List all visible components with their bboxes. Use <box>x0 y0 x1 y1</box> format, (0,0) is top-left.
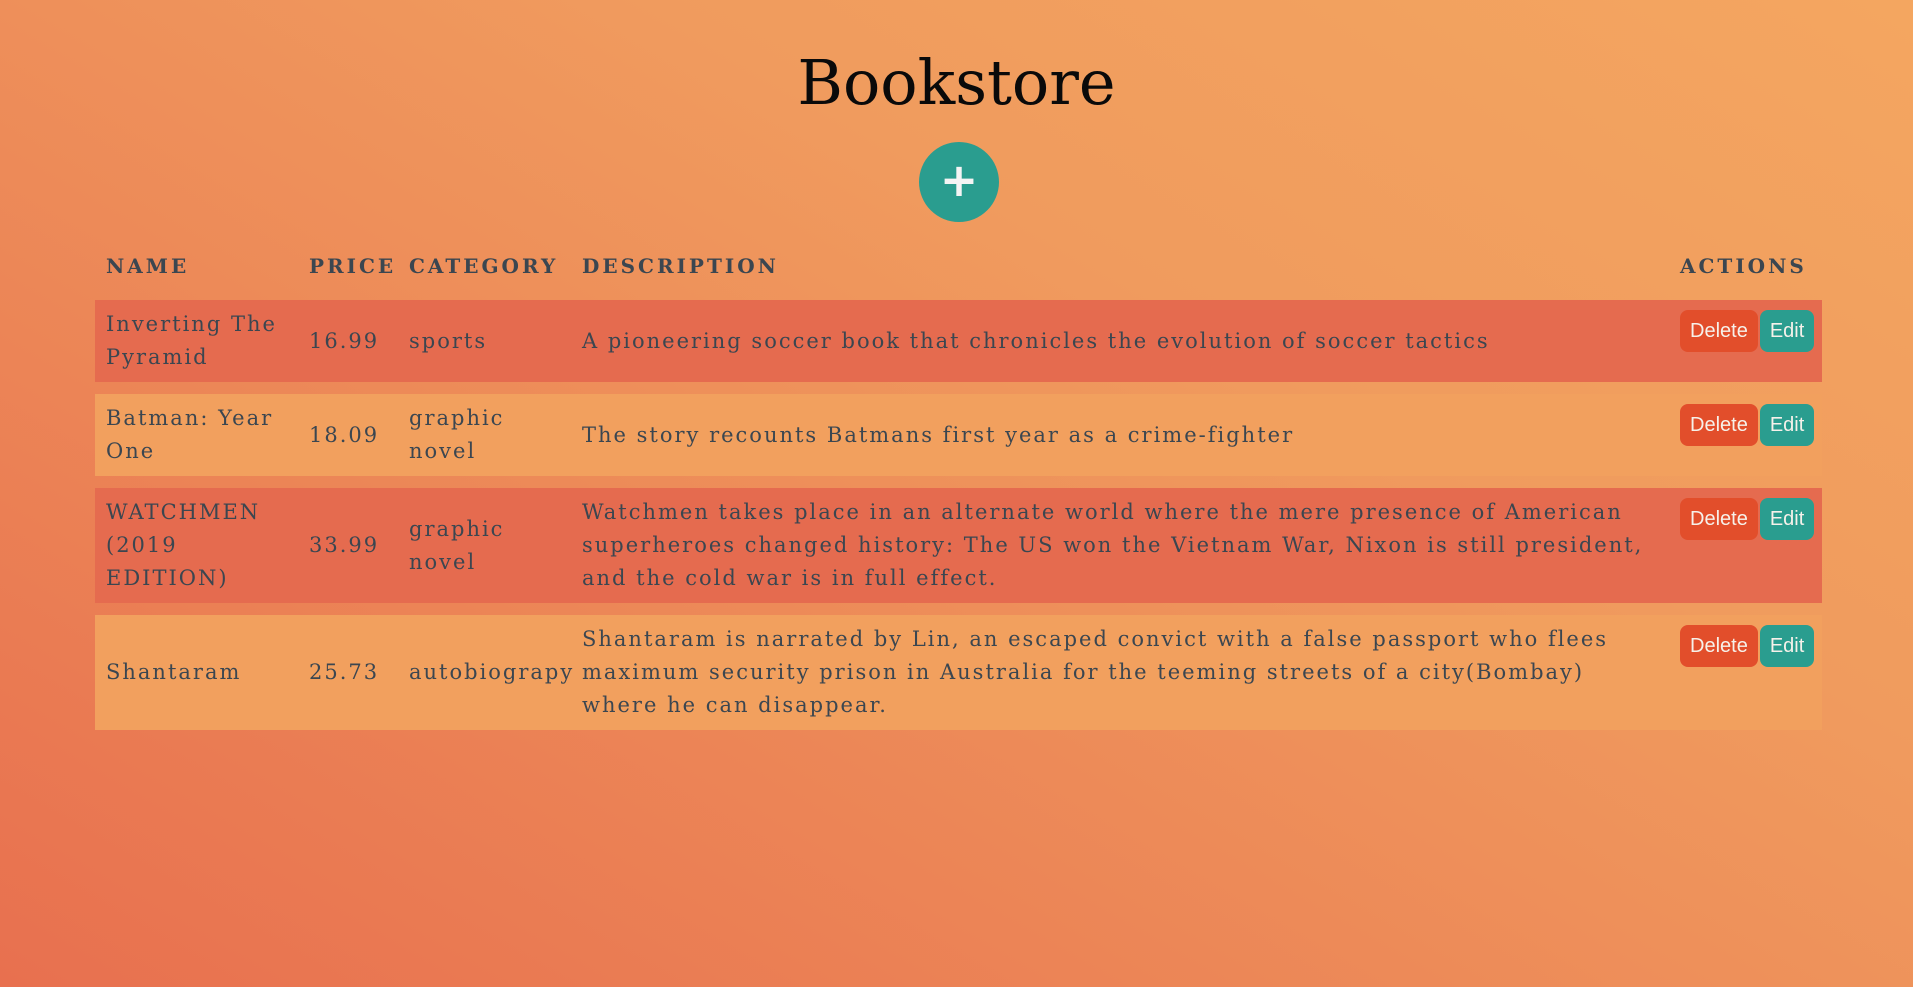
delete-button[interactable]: Delete <box>1680 404 1758 446</box>
edit-button[interactable]: Edit <box>1759 498 1815 540</box>
book-name: Inverting The Pyramid <box>95 300 298 382</box>
book-category: sports <box>398 300 571 382</box>
book-price: 25.73 <box>298 615 398 730</box>
row-actions: Delete Edit <box>1669 615 1822 730</box>
book-category: graphic novel <box>398 488 571 603</box>
books-table: NAME PRICE CATEGORY DESCRIPTION ACTIONS … <box>95 236 1822 742</box>
edit-button[interactable]: Edit <box>1759 625 1815 667</box>
book-name: Shantaram <box>95 615 298 730</box>
edit-button[interactable]: Edit <box>1759 404 1815 446</box>
delete-button[interactable]: Delete <box>1680 498 1758 540</box>
book-description: A pioneering soccer book that chronicles… <box>571 300 1669 382</box>
delete-button[interactable]: Delete <box>1680 310 1758 352</box>
row-actions: Delete Edit <box>1669 488 1822 603</box>
table-header-row: NAME PRICE CATEGORY DESCRIPTION ACTIONS <box>95 248 1822 288</box>
column-header-actions: ACTIONS <box>1680 254 1807 278</box>
edit-button[interactable]: Edit <box>1759 310 1815 352</box>
book-price: 33.99 <box>298 488 398 603</box>
table-row: WATCHMEN (2019 EDITION) 33.99 graphic no… <box>95 488 1822 603</box>
book-name: Batman: Year One <box>95 394 298 476</box>
book-category: autobiograpy <box>398 615 572 730</box>
book-description: Shantaram is narrated by Lin, an escaped… <box>571 615 1669 730</box>
column-header-name: NAME <box>106 254 190 278</box>
table-row: Shantaram 25.73 autobiograpy Shantaram i… <box>95 615 1822 730</box>
column-header-category: CATEGORY <box>409 254 559 278</box>
books-table-container: NAME PRICE CATEGORY DESCRIPTION ACTIONS … <box>95 236 1822 742</box>
page-title: Bookstore <box>797 46 1116 119</box>
table-row: Inverting The Pyramid 16.99 sports A pio… <box>95 300 1822 382</box>
book-description: The story recounts Batmans first year as… <box>571 394 1669 476</box>
column-header-description: DESCRIPTION <box>582 254 779 278</box>
book-category: graphic novel <box>398 394 571 476</box>
row-actions: Delete Edit <box>1669 394 1822 476</box>
book-price: 16.99 <box>298 300 398 382</box>
row-actions: Delete Edit <box>1669 300 1822 382</box>
table-row: Batman: Year One 18.09 graphic novel The… <box>95 394 1822 476</box>
book-name: WATCHMEN (2019 EDITION) <box>95 488 298 603</box>
plus-icon: + <box>939 153 979 207</box>
column-header-price: PRICE <box>309 254 397 278</box>
book-price: 18.09 <box>298 394 398 476</box>
book-description: Watchmen takes place in an alternate wor… <box>571 488 1669 603</box>
delete-button[interactable]: Delete <box>1680 625 1758 667</box>
add-book-button[interactable]: + <box>919 142 999 222</box>
